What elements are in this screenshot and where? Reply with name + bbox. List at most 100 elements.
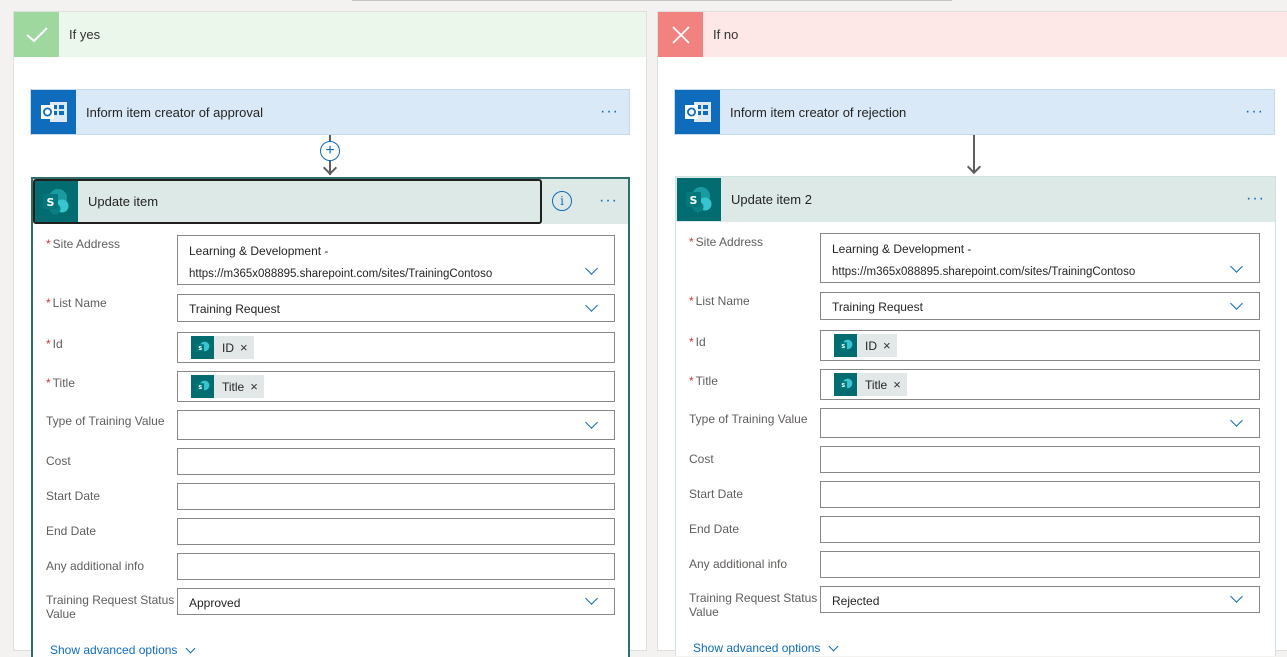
card-title: Update item xyxy=(88,194,159,209)
site-address-dropdown[interactable]: Learning & Development - https://m365x08… xyxy=(820,233,1260,283)
title-input[interactable]: S Title × xyxy=(177,371,615,402)
remove-token-icon[interactable]: × xyxy=(250,379,258,394)
action-inform-rejection[interactable]: Inform item creator of rejection ··· xyxy=(674,89,1275,135)
remove-token-icon[interactable]: × xyxy=(883,338,891,353)
additional-info-input[interactable] xyxy=(177,553,615,580)
show-advanced-options-link[interactable]: Show advanced options xyxy=(693,641,839,655)
svg-text:S: S xyxy=(841,383,845,389)
arrow-down-icon xyxy=(322,160,338,176)
id-input[interactable]: S ID × xyxy=(820,330,1260,361)
branch-header-yes[interactable]: If yes xyxy=(14,12,646,57)
sharepoint-icon: S xyxy=(834,373,857,396)
field-label: Type of Training Value xyxy=(689,412,808,426)
more-options-icon[interactable]: ··· xyxy=(1245,103,1264,121)
sharepoint-icon: S xyxy=(677,178,721,221)
card-header-update-item[interactable]: S Update item i ··· xyxy=(33,179,628,224)
sharepoint-icon: S xyxy=(834,334,857,357)
additional-info-input[interactable] xyxy=(820,551,1260,578)
cost-input[interactable] xyxy=(820,446,1260,473)
field-label: * List Name xyxy=(46,296,107,310)
field-label: * Id xyxy=(46,337,63,351)
action-title: Inform item creator of approval xyxy=(86,104,264,120)
sharepoint-icon: S xyxy=(191,336,214,359)
field-label: Cost xyxy=(46,454,71,468)
field-label: * Title xyxy=(46,376,75,390)
branch-if-yes: If yes Inform item creator of approval ·… xyxy=(13,11,647,657)
dynamic-token-title[interactable]: S Title × xyxy=(834,373,907,396)
canvas-top-divider xyxy=(352,0,952,1)
dynamic-token-title[interactable]: S Title × xyxy=(191,375,264,398)
branch-if-no: If no Inform item creator of rejection ·… xyxy=(657,11,1287,656)
svg-text:S: S xyxy=(198,385,202,391)
card-title: Update item 2 xyxy=(731,192,812,207)
field-label: * List Name xyxy=(689,294,750,308)
checkmark-icon xyxy=(14,12,59,57)
card-header-update-item-2[interactable]: S Update item 2 ··· xyxy=(676,177,1275,222)
field-label: * Title xyxy=(689,374,718,388)
action-title: Inform item creator of rejection xyxy=(730,104,907,120)
action-inform-approval[interactable]: Inform item creator of approval ··· xyxy=(30,89,630,135)
card-update-item-2: S Update item 2 ··· * Site Address Learni… xyxy=(675,176,1276,656)
chevron-down-icon[interactable] xyxy=(1230,414,1243,427)
add-step-button[interactable]: + xyxy=(320,141,340,161)
more-options-icon[interactable]: ··· xyxy=(599,192,618,210)
chevron-down-icon[interactable] xyxy=(1230,590,1243,603)
title-input[interactable]: S Title × xyxy=(820,369,1260,400)
field-label: End Date xyxy=(689,522,740,536)
field-label: Cost xyxy=(689,452,714,466)
card-update-item: S Update item i ··· * Site Address Learni… xyxy=(31,177,630,657)
field-label: End Date xyxy=(46,524,97,538)
list-name-dropdown[interactable]: Training Request xyxy=(820,292,1260,320)
svg-text:S: S xyxy=(841,344,845,350)
sharepoint-icon: S xyxy=(191,375,214,398)
field-label: Any additional info xyxy=(689,557,788,571)
field-label: * Site Address xyxy=(46,237,121,251)
status-dropdown[interactable]: Approved xyxy=(177,588,615,615)
branch-title-yes: If yes xyxy=(69,27,101,42)
start-date-input[interactable] xyxy=(820,481,1260,508)
chevron-down-icon[interactable] xyxy=(585,262,598,275)
chevron-down-icon xyxy=(828,641,839,651)
field-label: * Site Address xyxy=(689,235,764,249)
field-label: Training Request Status Value xyxy=(46,593,175,621)
chevron-down-icon[interactable] xyxy=(585,299,598,312)
close-icon xyxy=(658,12,703,57)
field-label: Training Request Status Value xyxy=(689,591,818,619)
svg-text:S: S xyxy=(690,194,698,207)
start-date-input[interactable] xyxy=(177,483,615,510)
chevron-down-icon[interactable] xyxy=(585,416,598,429)
field-label: Start Date xyxy=(689,487,744,501)
type-of-training-dropdown[interactable] xyxy=(820,408,1260,438)
branch-title-no: If no xyxy=(713,27,739,42)
field-label: Start Date xyxy=(46,489,101,503)
outlook-icon xyxy=(31,90,76,134)
chevron-down-icon[interactable] xyxy=(1230,297,1243,310)
svg-text:S: S xyxy=(47,196,55,209)
end-date-input[interactable] xyxy=(820,516,1260,543)
field-label: Type of Training Value xyxy=(46,414,165,428)
sharepoint-icon: S xyxy=(34,180,78,223)
more-options-icon[interactable]: ··· xyxy=(600,103,619,121)
cost-input[interactable] xyxy=(177,448,615,475)
type-of-training-dropdown[interactable] xyxy=(177,410,615,440)
more-options-icon[interactable]: ··· xyxy=(1246,190,1265,208)
dynamic-token-id[interactable]: S ID × xyxy=(834,334,897,357)
svg-text:S: S xyxy=(198,346,202,352)
end-date-input[interactable] xyxy=(177,518,615,545)
chevron-down-icon[interactable] xyxy=(585,592,598,605)
field-label: * Id xyxy=(689,335,706,349)
dynamic-token-id[interactable]: S ID × xyxy=(191,336,254,359)
show-advanced-options-link[interactable]: Show advanced options xyxy=(50,643,196,657)
info-icon[interactable]: i xyxy=(552,191,572,211)
list-name-dropdown[interactable]: Training Request xyxy=(177,294,615,322)
chevron-down-icon[interactable] xyxy=(1230,260,1243,273)
status-dropdown[interactable]: Rejected xyxy=(820,586,1260,613)
branch-header-no[interactable]: If no xyxy=(658,12,1287,57)
field-label: Any additional info xyxy=(46,559,145,573)
site-address-dropdown[interactable]: Learning & Development - https://m365x08… xyxy=(177,235,615,285)
remove-token-icon[interactable]: × xyxy=(893,377,901,392)
remove-token-icon[interactable]: × xyxy=(240,340,248,355)
arrow-down-icon xyxy=(966,159,982,175)
id-input[interactable]: S ID × xyxy=(177,332,615,363)
outlook-icon xyxy=(675,90,720,134)
